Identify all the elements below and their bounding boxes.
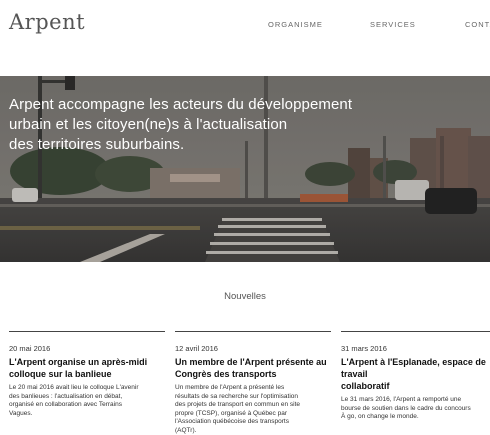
article-title-line[interactable]: Congrès des transports: [175, 368, 331, 380]
article-title-line[interactable]: colloque sur la banlieue: [9, 368, 165, 380]
hero-tagline: Arpent accompagne les acteurs du dévelop…: [9, 95, 369, 155]
article-summary-line: Le 20 mai 2016 avait lieu le colloque L'…: [9, 384, 139, 391]
article-summary-line: Le 31 mars 2016, l'Arpent a remporté une: [341, 396, 462, 403]
page: Arpent ORGANISME SERVICES CONTACT: [0, 0, 490, 435]
article-divider: [175, 331, 331, 332]
article-title-line[interactable]: L'Arpent organise un après-midi: [9, 356, 165, 368]
nav-item-contact[interactable]: CONTACT: [465, 20, 490, 29]
article-title-link[interactable]: L'Arpent à l'Esplanade, espace de travai…: [341, 356, 490, 392]
article-title-link[interactable]: L'Arpent organise un après-midi colloque…: [9, 356, 165, 380]
news-article: 31 mars 2016 L'Arpent à l'Esplanade, esp…: [341, 331, 490, 435]
hero-tagline-line: Arpent accompagne les acteurs du dévelop…: [9, 96, 353, 113]
nav-item-organisme[interactable]: ORGANISME: [268, 20, 323, 29]
nav-item-services[interactable]: SERVICES: [370, 20, 416, 29]
site-header: Arpent ORGANISME SERVICES CONTACT: [0, 0, 490, 76]
article-summary-line: des projets de transport en commun en si…: [175, 401, 301, 409]
news-article: 12 avril 2016 Un membre de l'Arpent prés…: [175, 331, 331, 435]
news-article: 20 mai 2016 L'Arpent organise un après-m…: [9, 331, 165, 435]
article-divider: [341, 331, 490, 332]
article-date: 31 mars 2016: [341, 344, 387, 353]
article-summary-line: (AQTr).: [175, 426, 197, 434]
main-nav: ORGANISME SERVICES CONTACT: [0, 20, 490, 32]
article-summary-line: l'Association québécoise des transports: [175, 418, 289, 426]
article-date: 12 avril 2016: [175, 344, 218, 353]
hero-tagline-line: urbain et les citoyen(ne)s à l'actualisa…: [9, 116, 288, 133]
article-summary: Le 31 mars 2016, l'Arpent a remporté une…: [341, 396, 490, 422]
article-title-link[interactable]: Un membre de l'Arpent présente au Congrè…: [175, 356, 331, 380]
article-title-line[interactable]: Un membre de l'Arpent présente au: [175, 356, 331, 368]
article-summary-line: Vagues.: [9, 409, 33, 417]
article-summary-line: des banlieues : l'actualisation en débat…: [9, 392, 123, 400]
article-summary: Un membre de l'Arpent a présenté les rés…: [175, 384, 331, 435]
news-section-title: Nouvelles: [224, 291, 266, 302]
hero-tagline-line: des territoires suburbains.: [9, 136, 185, 153]
article-divider: [9, 331, 165, 332]
article-summary: Le 20 mai 2016 avait lieu le colloque L'…: [9, 384, 165, 418]
article-date: 20 mai 2016: [9, 344, 51, 353]
article-summary-line: Un membre de l'Arpent a présenté les: [175, 384, 285, 391]
article-summary-line: bourse de soutien dans le cadre du conco…: [341, 404, 471, 412]
article-summary-line: résultats de sa recherche sur l'optimisa…: [175, 392, 298, 400]
article-title-line[interactable]: L'Arpent à l'Esplanade, espace de travai…: [341, 356, 490, 380]
article-summary-line: À go, on change le monde.: [341, 413, 419, 421]
article-title-line[interactable]: collaboratif: [341, 380, 490, 392]
hero-banner: Arpent accompagne les acteurs du dévelop…: [0, 76, 490, 262]
article-summary-line: propre (TCSP), organisé à Québec par: [175, 409, 287, 417]
article-summary-line: organisé en collaboration avec Terrains: [9, 401, 122, 409]
